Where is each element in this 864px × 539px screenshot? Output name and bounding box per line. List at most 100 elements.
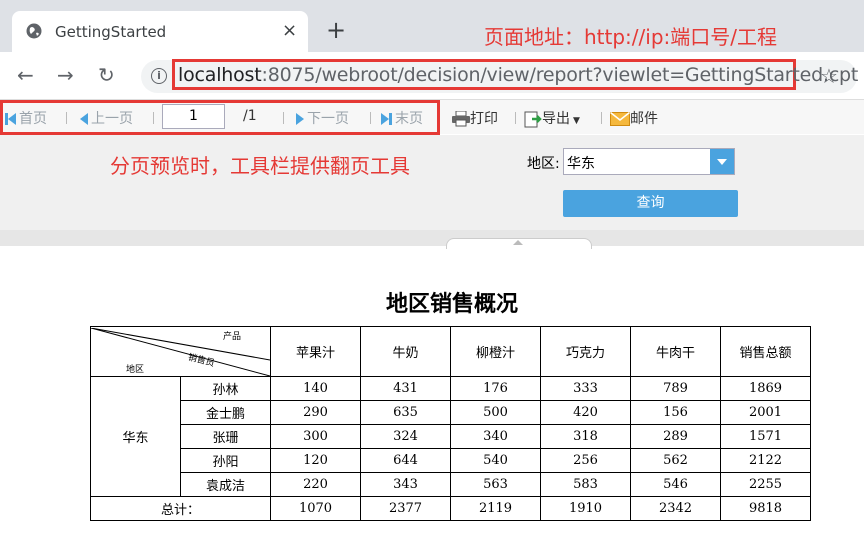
- value-cell: 420: [540, 400, 631, 425]
- corner-cell: 产品 销售员 地区: [90, 326, 271, 377]
- last-page-button[interactable]: 末页: [381, 108, 423, 128]
- value-cell: 500: [450, 400, 541, 425]
- browser-tab[interactable]: GettingStarted ×: [12, 11, 308, 52]
- value-cell: 343: [360, 472, 451, 497]
- export-button[interactable]: 导出 ▼: [524, 108, 580, 128]
- page-total: /1: [243, 108, 257, 124]
- value-cell: 324: [360, 424, 451, 449]
- region-label: 地区:: [527, 156, 560, 172]
- last-page-icon: [381, 113, 389, 125]
- new-tab-button[interactable]: +: [326, 18, 346, 42]
- total-cell: 2377: [360, 496, 451, 521]
- info-icon[interactable]: i: [151, 68, 167, 84]
- export-icon: [524, 111, 542, 128]
- region-cell: 华东: [90, 376, 181, 497]
- url-path: :8075/webroot/decision/view/report?viewl…: [261, 64, 859, 86]
- column-header: 销售总额: [720, 326, 811, 377]
- toolbar-divider: [153, 112, 154, 124]
- reload-icon[interactable]: ↻: [98, 63, 115, 87]
- dropdown-arrow-icon[interactable]: [710, 149, 734, 174]
- close-icon[interactable]: ×: [282, 20, 297, 41]
- column-header: 牛奶: [360, 326, 451, 377]
- value-cell: 2001: [720, 400, 811, 425]
- first-page-label: 首页: [19, 111, 47, 127]
- salesman-cell: 孙阳: [180, 448, 271, 473]
- value-cell: 1869: [720, 376, 811, 401]
- value-cell: 220: [270, 472, 361, 497]
- table-row: 张珊 300 324 340 318 289 1571: [91, 424, 811, 449]
- table-row: 孙阳 120 644 540 256 562 2122: [91, 448, 811, 473]
- total-cell: 2342: [630, 496, 721, 521]
- url-host: localhost: [178, 64, 262, 86]
- region-select[interactable]: 华东: [563, 148, 735, 175]
- forward-icon[interactable]: →: [57, 63, 74, 87]
- column-header: 苹果汁: [270, 326, 361, 377]
- total-cell: 9818: [720, 496, 811, 521]
- next-page-button[interactable]: 下一页: [296, 108, 349, 128]
- value-cell: 340: [450, 424, 541, 449]
- column-header: 巧克力: [540, 326, 631, 377]
- value-cell: 176: [450, 376, 541, 401]
- value-cell: 2122: [720, 448, 811, 473]
- print-button[interactable]: 打印: [452, 108, 498, 128]
- mail-button[interactable]: 邮件: [610, 108, 658, 128]
- globe-icon: [26, 23, 42, 39]
- value-cell: 583: [540, 472, 631, 497]
- table-row: 华东 孙林 140 431 176 333 789 1869: [90, 376, 811, 497]
- column-header: 牛肉干: [630, 326, 721, 377]
- salesman-cell: 袁成洁: [180, 472, 271, 497]
- query-button[interactable]: 查询: [563, 190, 738, 217]
- url-text[interactable]: localhost:8075/webroot/decision/view/rep…: [178, 64, 858, 86]
- table-row: 袁成洁 220 343 563 583 546 2255: [91, 472, 811, 497]
- value-cell: 120: [270, 448, 361, 473]
- value-cell: 140: [270, 376, 361, 401]
- value-cell: 289: [630, 424, 721, 449]
- report-table: 产品 销售员 地区 苹果汁 牛奶 柳橙汁 巧克力 牛肉干 销售总额 华东 孙林 …: [90, 326, 811, 521]
- value-cell: 156: [630, 400, 721, 425]
- mail-label: 邮件: [630, 111, 658, 127]
- prev-page-label: 上一页: [91, 111, 133, 127]
- page-number-input[interactable]: 1: [162, 104, 225, 129]
- toolbar-divider: [66, 112, 67, 124]
- back-icon[interactable]: ←: [17, 63, 34, 87]
- table-row: 金士鹏 290 635 500 420 156 2001: [91, 400, 811, 425]
- url-annotation: 页面地址：http://ip:端口号/工程: [484, 25, 777, 49]
- print-label: 打印: [470, 111, 498, 127]
- value-cell: 635: [360, 400, 451, 425]
- value-cell: 290: [270, 400, 361, 425]
- bookmark-star-icon[interactable]: ☆: [820, 64, 838, 88]
- diagonal-lines: [91, 327, 270, 376]
- header-row: 产品 销售员 地区 苹果汁 牛奶 柳橙汁 巧克力 牛肉干 销售总额: [90, 326, 811, 377]
- salesman-cell: 金士鹏: [180, 400, 271, 425]
- tab-title: GettingStarted: [55, 23, 167, 41]
- total-label: 总计：: [90, 496, 271, 521]
- panel-divider: [0, 230, 864, 246]
- value-cell: 431: [360, 376, 451, 401]
- collapse-toggle[interactable]: [446, 238, 592, 249]
- value-cell: 333: [540, 376, 631, 401]
- toolbar-divider: [370, 112, 371, 124]
- value-cell: 563: [450, 472, 541, 497]
- value-cell: 546: [630, 472, 721, 497]
- value-cell: 300: [270, 424, 361, 449]
- total-cell: 1070: [270, 496, 361, 521]
- region-value: 华东: [567, 156, 595, 172]
- corner-product: 产品: [223, 331, 242, 342]
- mail-icon: [610, 111, 630, 126]
- total-row: 总计： 1070 2377 2119 1910 2342 9818: [90, 496, 811, 521]
- prev-page-icon: [80, 113, 88, 125]
- value-cell: 318: [540, 424, 631, 449]
- next-page-label: 下一页: [307, 111, 349, 127]
- last-page-label: 末页: [395, 111, 423, 127]
- salesman-cell: 孙林: [180, 376, 271, 401]
- printer-icon: [452, 110, 470, 127]
- value-cell: 789: [630, 376, 721, 401]
- export-label: 导出: [542, 111, 570, 127]
- first-page-button[interactable]: 首页: [5, 108, 47, 128]
- toolbar-annotation: 分页预览时，工具栏提供翻页工具: [110, 154, 410, 178]
- value-cell: 562: [630, 448, 721, 473]
- chevron-down-icon: ▼: [573, 116, 580, 126]
- toolbar-divider: [283, 112, 284, 124]
- total-cell: 2119: [450, 496, 541, 521]
- prev-page-button[interactable]: 上一页: [80, 108, 133, 128]
